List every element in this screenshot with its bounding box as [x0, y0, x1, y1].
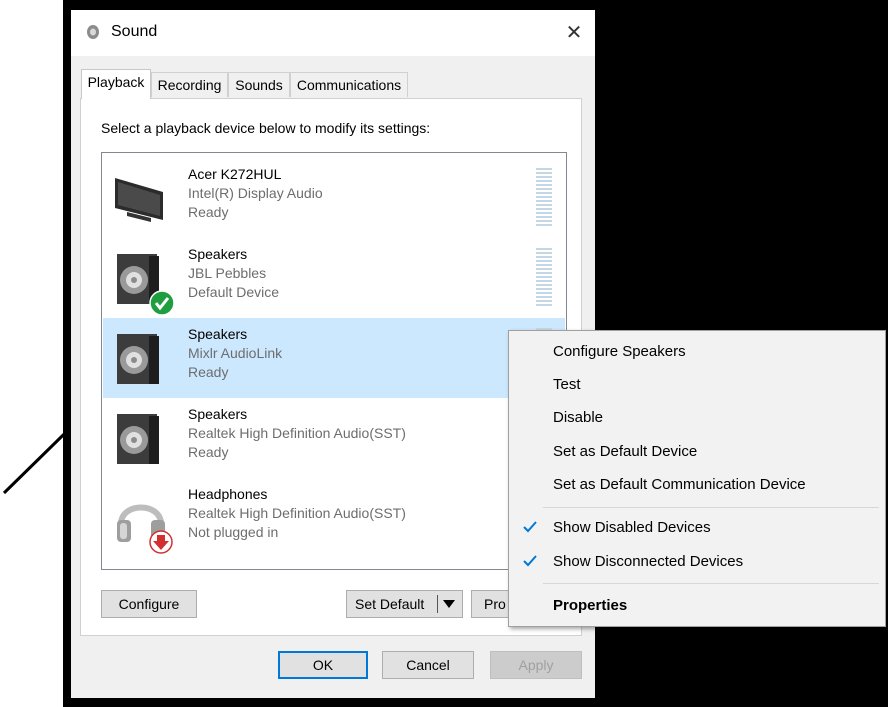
- speaker-icon: [117, 414, 159, 464]
- device-realtek-speakers[interactable]: Speakers Realtek High Definition Audio(S…: [103, 398, 565, 478]
- checkmark-icon: [523, 555, 537, 567]
- device-name: Speakers: [188, 246, 248, 262]
- device-description: Mixlr AudioLink: [188, 345, 283, 361]
- speaker-icon: [117, 334, 159, 384]
- window-title: Sound: [111, 23, 158, 40]
- volume-meter: [536, 168, 552, 226]
- menu-item-show-disconnected-devices[interactable]: Show Disconnected Devices: [509, 545, 885, 578]
- device-list[interactable]: Acer K272HUL Intel(R) Display Audio Read…: [101, 152, 567, 570]
- speaker-app-icon: [87, 25, 99, 39]
- device-acer-monitor[interactable]: Acer K272HUL Intel(R) Display Audio Read…: [103, 158, 565, 238]
- device-name: Acer K272HUL: [188, 166, 282, 182]
- close-button[interactable]: ✕: [559, 18, 589, 48]
- apply-button[interactable]: Apply: [490, 651, 582, 679]
- device-realtek-headphones[interactable]: Headphones Realtek High Definition Audio…: [103, 478, 565, 558]
- device-description: Realtek High Definition Audio(SST): [188, 425, 406, 441]
- device-description: Intel(R) Display Audio: [188, 185, 323, 201]
- menu-item-disable[interactable]: Disable: [509, 401, 885, 434]
- monitor-icon: [115, 178, 163, 222]
- tab-communications[interactable]: Communications: [290, 72, 408, 97]
- tab-playback[interactable]: Playback: [81, 69, 151, 99]
- split-divider: [437, 595, 438, 613]
- tab-recording[interactable]: Recording: [151, 72, 228, 97]
- cancel-button[interactable]: Cancel: [382, 651, 474, 679]
- device-status: Ready: [188, 364, 229, 380]
- set-default-button[interactable]: Set Default: [346, 590, 463, 618]
- title-bar: Sound ✕: [71, 10, 595, 56]
- instruction-text: Select a playback device below to modify…: [101, 120, 431, 136]
- menu-separator: [543, 507, 879, 508]
- device-name: Speakers: [188, 326, 248, 342]
- device-status: Ready: [188, 444, 229, 460]
- dropdown-arrow-icon[interactable]: [443, 600, 455, 608]
- default-check-icon: [149, 290, 175, 316]
- menu-item-properties[interactable]: Properties: [509, 589, 885, 622]
- device-jbl-speakers[interactable]: Speakers JBL Pebbles Default Device: [103, 238, 565, 318]
- unplugged-arrow-icon: [149, 530, 173, 554]
- ok-button[interactable]: OK: [278, 651, 368, 679]
- tab-sounds[interactable]: Sounds: [228, 72, 290, 97]
- device-status: Default Device: [188, 284, 280, 300]
- device-description: JBL Pebbles: [188, 265, 267, 281]
- device-description: Realtek High Definition Audio(SST): [188, 505, 406, 521]
- menu-item-test[interactable]: Test: [509, 368, 885, 401]
- device-mixlr-speakers[interactable]: Speakers Mixlr AudioLink Ready: [103, 318, 565, 398]
- configure-button[interactable]: Configure: [101, 590, 197, 618]
- menu-separator: [543, 583, 879, 584]
- checkmark-icon: [523, 521, 537, 533]
- menu-item-set-default-device[interactable]: Set as Default Device: [509, 435, 885, 468]
- menu-item-show-disabled-devices[interactable]: Show Disabled Devices: [509, 511, 885, 544]
- menu-item-configure-speakers[interactable]: Configure Speakers: [509, 335, 885, 368]
- menu-item-set-default-communication-device[interactable]: Set as Default Communication Device: [509, 468, 885, 501]
- device-name: Speakers: [188, 406, 248, 422]
- context-menu: Configure Speakers Test Disable Set as D…: [508, 330, 886, 627]
- close-icon: ✕: [565, 22, 583, 44]
- device-status: Not plugged in: [188, 524, 279, 540]
- volume-meter: [536, 248, 552, 306]
- device-status: Ready: [188, 204, 229, 220]
- device-name: Headphones: [188, 486, 268, 502]
